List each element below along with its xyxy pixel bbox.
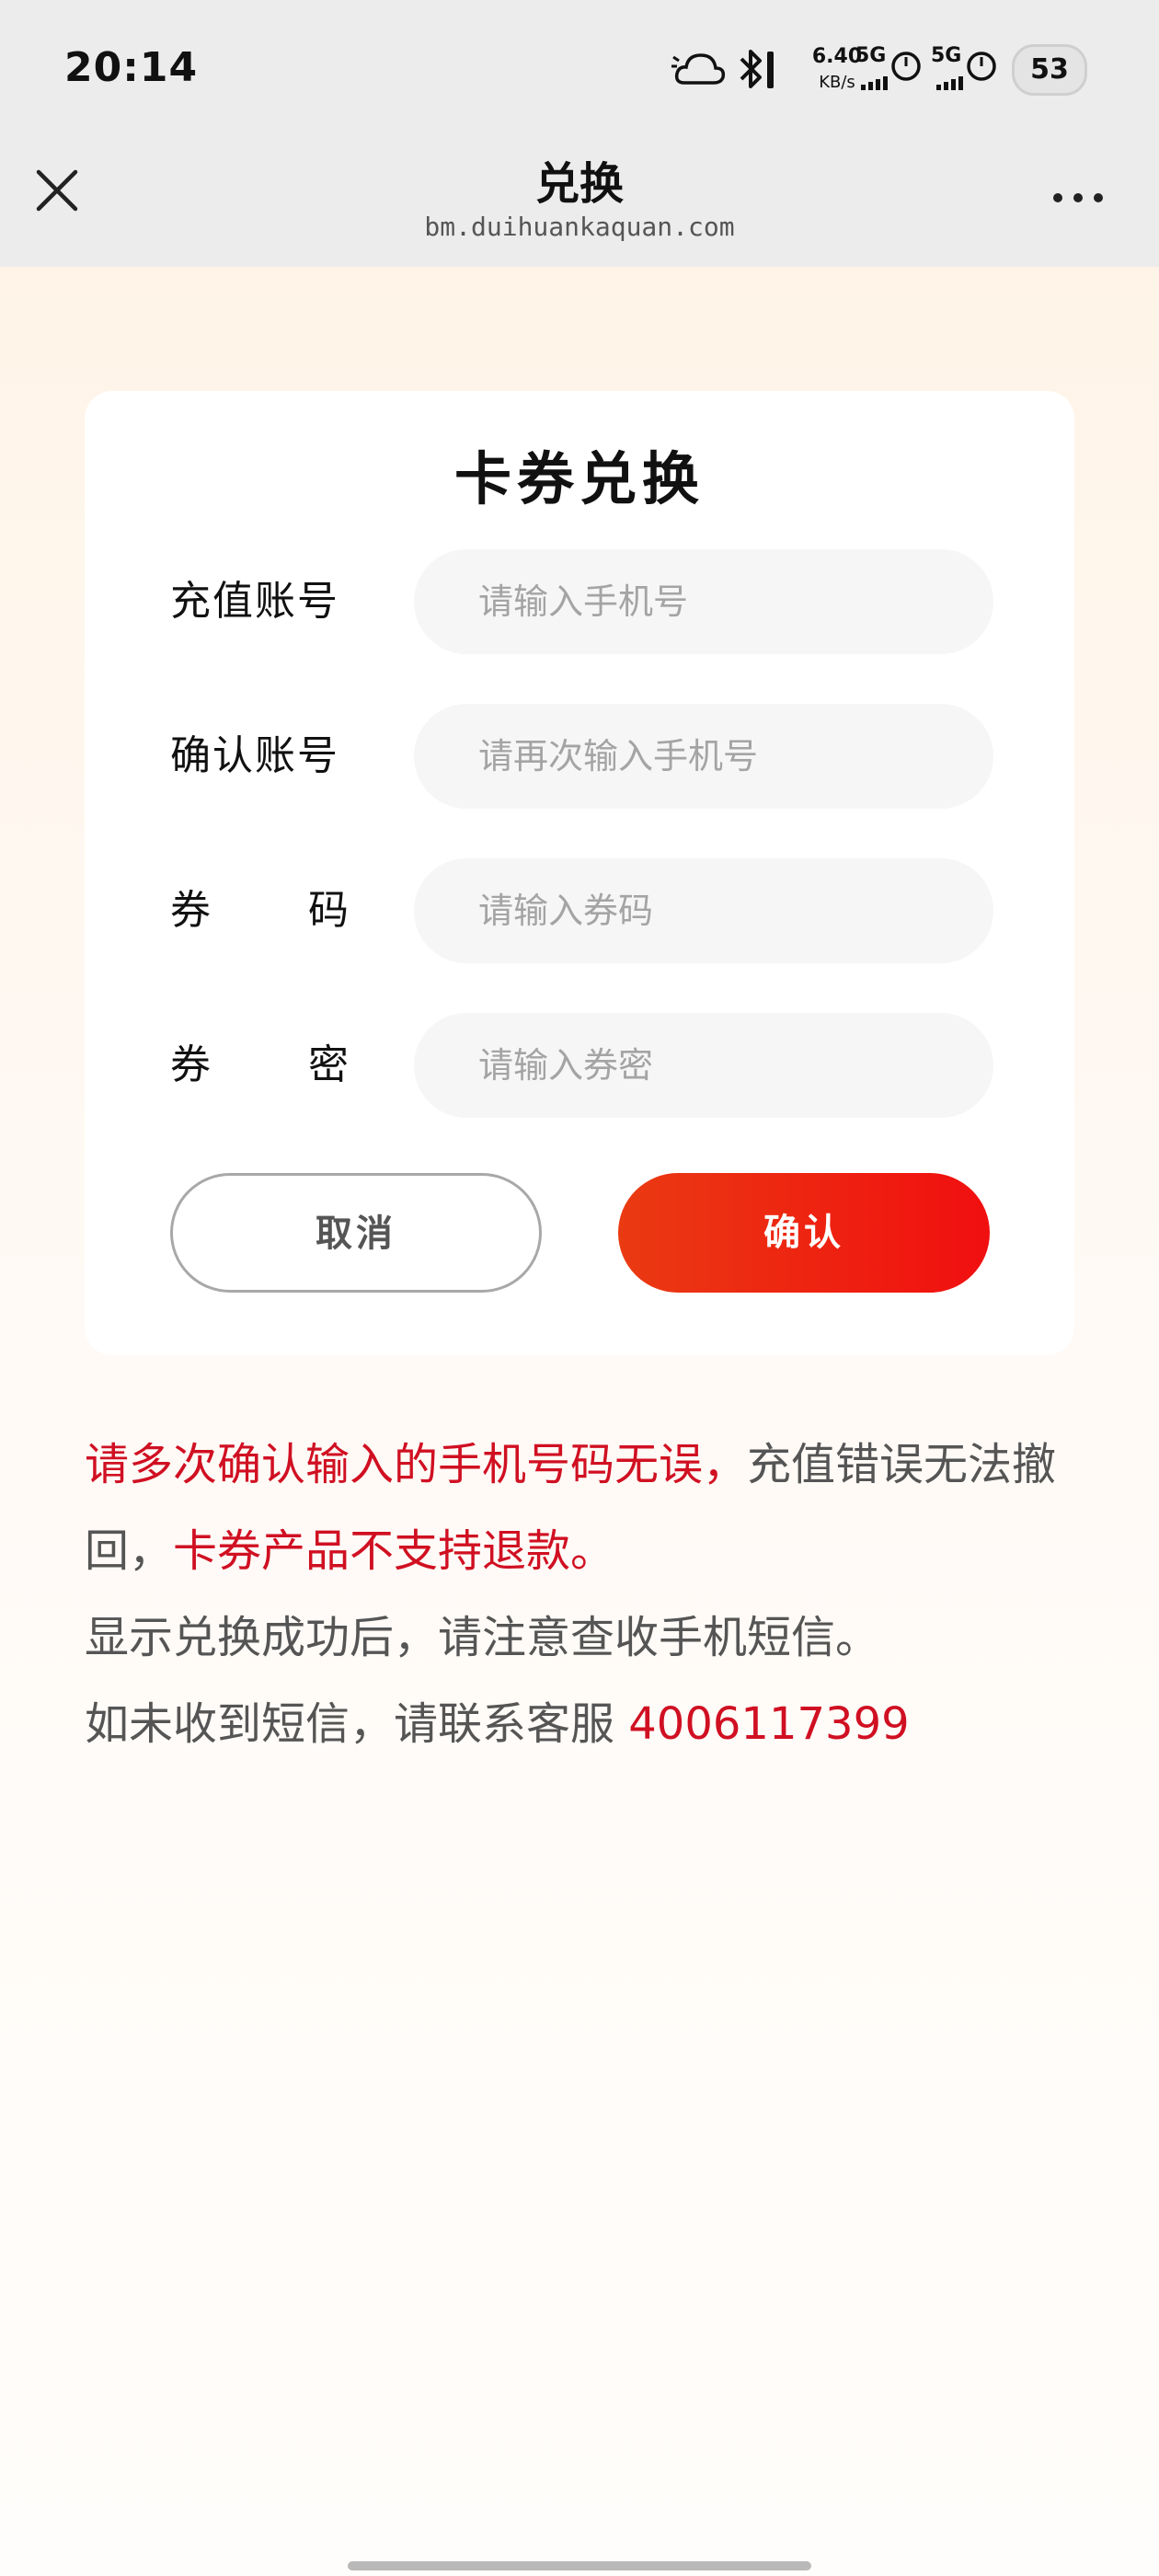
recharge-account-input[interactable] bbox=[414, 549, 993, 654]
battery-icon: 53 bbox=[1012, 44, 1087, 96]
signal-icon bbox=[861, 52, 921, 90]
coupon-password-input[interactable] bbox=[414, 1013, 993, 1118]
signal-indicator-2: 5G bbox=[931, 44, 1012, 99]
confirm-button[interactable]: 确认 bbox=[618, 1173, 990, 1293]
field-label-recharge-account: 充值账号 bbox=[170, 578, 339, 625]
field-label-coupon-password: 券 密 bbox=[170, 1031, 350, 1090]
notice-text: 请多次确认输入的手机号码无误，充值错误无法撤回，卡券产品不支持退款。 显示兑换成… bbox=[85, 1421, 1087, 1767]
label-char: 券 bbox=[170, 887, 212, 934]
redeem-card: 卡券兑换 充值账号 确认账号 券 码 券 密 取消 确认 bbox=[85, 391, 1074, 1355]
status-bar: 20:14 6.40 KB/s 5G 5G 53 bbox=[0, 0, 1159, 138]
notice-line-1: 请多次确认输入的手机号码无误，充值错误无法撤回，卡券产品不支持退款。 bbox=[85, 1421, 1087, 1594]
close-icon[interactable] bbox=[28, 161, 86, 220]
signal-icon bbox=[936, 52, 996, 90]
cloud-icon bbox=[671, 53, 726, 85]
coupon-code-input[interactable] bbox=[414, 858, 993, 963]
page-url: bm.duihuankaquan.com bbox=[424, 212, 735, 242]
field-label-coupon-code: 券 码 bbox=[170, 877, 350, 936]
more-icon[interactable] bbox=[1049, 179, 1107, 216]
confirm-account-input[interactable] bbox=[414, 704, 993, 809]
cancel-button[interactable]: 取消 bbox=[170, 1173, 542, 1293]
notice-line-4: 如未收到短信，请联系客服 4006117399 bbox=[85, 1681, 1087, 1767]
bluetooth-icon bbox=[740, 50, 774, 88]
home-indicator[interactable] bbox=[348, 2561, 811, 2570]
label-char: 码 bbox=[308, 887, 350, 934]
notice-info: 如未收到短信，请联系客服 bbox=[85, 1698, 629, 1750]
notice-warning: 请多次确认输入的手机号码无误， bbox=[85, 1439, 748, 1490]
field-label-confirm-account: 确认账号 bbox=[170, 732, 339, 779]
page-title: 兑换 bbox=[534, 158, 624, 210]
label-char: 密 bbox=[308, 1041, 350, 1088]
card-title: 卡券兑换 bbox=[453, 445, 705, 512]
notice-line-3: 显示兑换成功后，请注意查收手机短信。 bbox=[85, 1612, 880, 1663]
label-char: 券 bbox=[170, 1041, 212, 1088]
signal-indicator-1: 5G bbox=[855, 44, 936, 99]
notice-warning: 卡券产品不支持退款。 bbox=[173, 1525, 615, 1577]
status-time: 20:14 bbox=[64, 44, 199, 91]
customer-service-phone[interactable]: 4006117399 bbox=[628, 1698, 909, 1750]
